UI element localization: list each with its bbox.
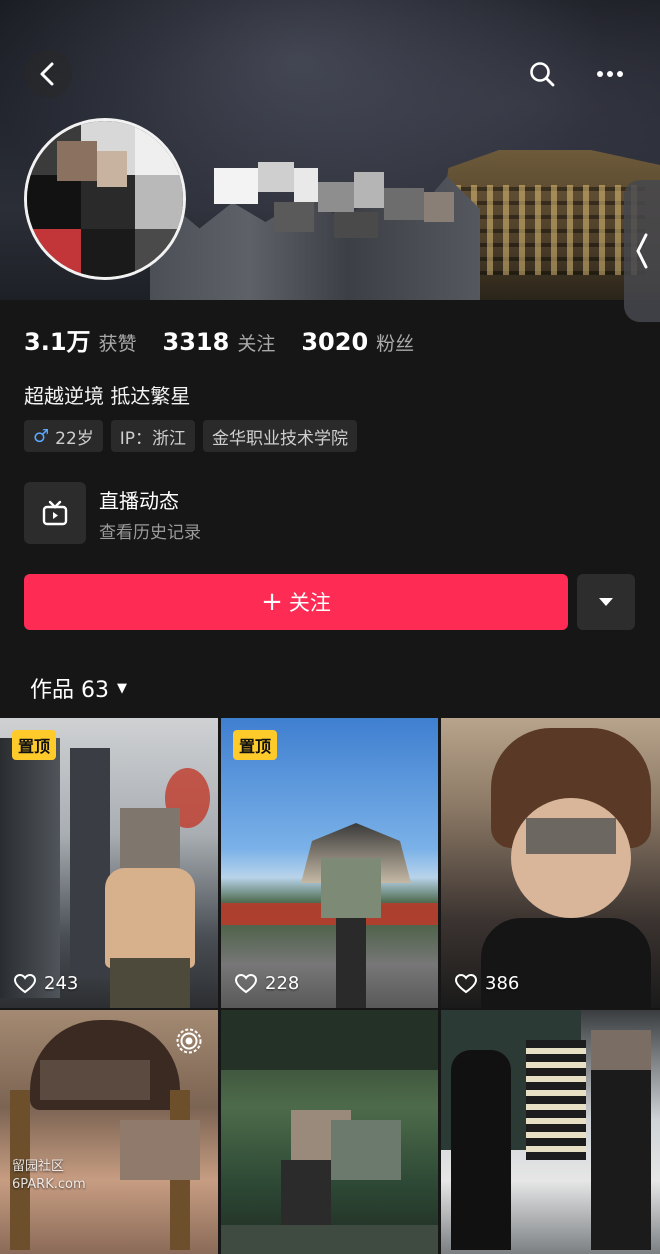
video-item[interactable]: 置顶 228 xyxy=(221,718,438,1008)
male-icon: ♂ xyxy=(33,425,50,447)
like-count-text: 386 xyxy=(485,973,520,994)
back-button[interactable] xyxy=(24,50,72,98)
age-tag: ♂ 22岁 xyxy=(24,420,103,452)
watermark-line2: 6PARK.com xyxy=(12,1177,86,1192)
live-history-subtitle: 查看历史记录 xyxy=(99,523,201,543)
age-text: 22岁 xyxy=(55,428,94,449)
video-item[interactable]: 置顶 243 xyxy=(0,718,218,1008)
triangle-down-icon xyxy=(599,598,613,606)
watermark: 留园社区 6PARK.com xyxy=(12,1158,86,1194)
profile-bio: 超越逆境 抵达繁星 xyxy=(24,384,191,408)
live-history-title: 直播动态 xyxy=(99,489,179,513)
pinned-badge: 置顶 xyxy=(233,730,278,760)
caret-down-icon: ▼ xyxy=(117,680,127,696)
like-count: 386 xyxy=(455,973,519,994)
chevron-left-icon xyxy=(636,233,648,269)
following-label[interactable]: 关注 xyxy=(237,329,275,356)
live-history-row[interactable]: 直播动态 查看历史记录 xyxy=(24,482,624,544)
following-count[interactable]: 3318 xyxy=(163,328,230,356)
video-item[interactable] xyxy=(221,1010,438,1254)
avatar-mosaic xyxy=(27,121,183,277)
like-count-text: 243 xyxy=(44,973,79,994)
watermark-line1: 留园社区 xyxy=(12,1159,65,1174)
like-count: 228 xyxy=(235,973,299,994)
heart-icon xyxy=(455,973,477,993)
chevron-left-icon xyxy=(40,62,54,86)
more-button[interactable] xyxy=(586,50,634,98)
works-tab[interactable]: 作品 63 ▼ xyxy=(30,672,127,704)
recommend-dropdown-button[interactable] xyxy=(577,574,635,630)
likes-label: 获赞 xyxy=(98,333,137,355)
plus-icon: + xyxy=(261,587,283,617)
side-panel-tab[interactable] xyxy=(624,180,660,322)
followers-count[interactable]: 3020 xyxy=(301,328,368,356)
search-icon xyxy=(530,62,555,87)
ellipsis-icon xyxy=(597,71,623,77)
school-tag[interactable]: 金华职业技术学院 xyxy=(203,420,358,452)
like-count: 243 xyxy=(14,973,78,994)
heart-icon xyxy=(235,973,257,993)
follow-button[interactable]: + 关注 xyxy=(24,574,568,630)
heart-icon xyxy=(14,973,36,993)
ip-tag: IP：浙江 xyxy=(110,420,196,452)
name-mosaic xyxy=(214,162,464,242)
video-item[interactable]: 386 xyxy=(441,718,660,1008)
likes-count[interactable]: 3.1万 xyxy=(24,322,91,357)
tv-icon xyxy=(24,482,86,544)
profile-stats: 3.1万 获赞 3318 关注 3020 粉丝 xyxy=(24,322,440,357)
follow-label: 关注 xyxy=(288,591,331,615)
search-button[interactable] xyxy=(518,50,566,98)
banner-building-lights xyxy=(455,185,645,275)
like-count-text: 228 xyxy=(265,973,300,994)
avatar[interactable] xyxy=(24,118,186,280)
broadcast-icon xyxy=(176,1028,202,1058)
video-item[interactable] xyxy=(441,1010,660,1254)
followers-label[interactable]: 粉丝 xyxy=(376,329,414,356)
video-item[interactable]: 留园社区 6PARK.com xyxy=(0,1010,218,1254)
works-label: 作品 63 xyxy=(30,678,109,703)
profile-tags: ♂ 22岁 IP：浙江 金华职业技术学院 xyxy=(24,420,358,452)
pinned-badge: 置顶 xyxy=(12,730,57,760)
